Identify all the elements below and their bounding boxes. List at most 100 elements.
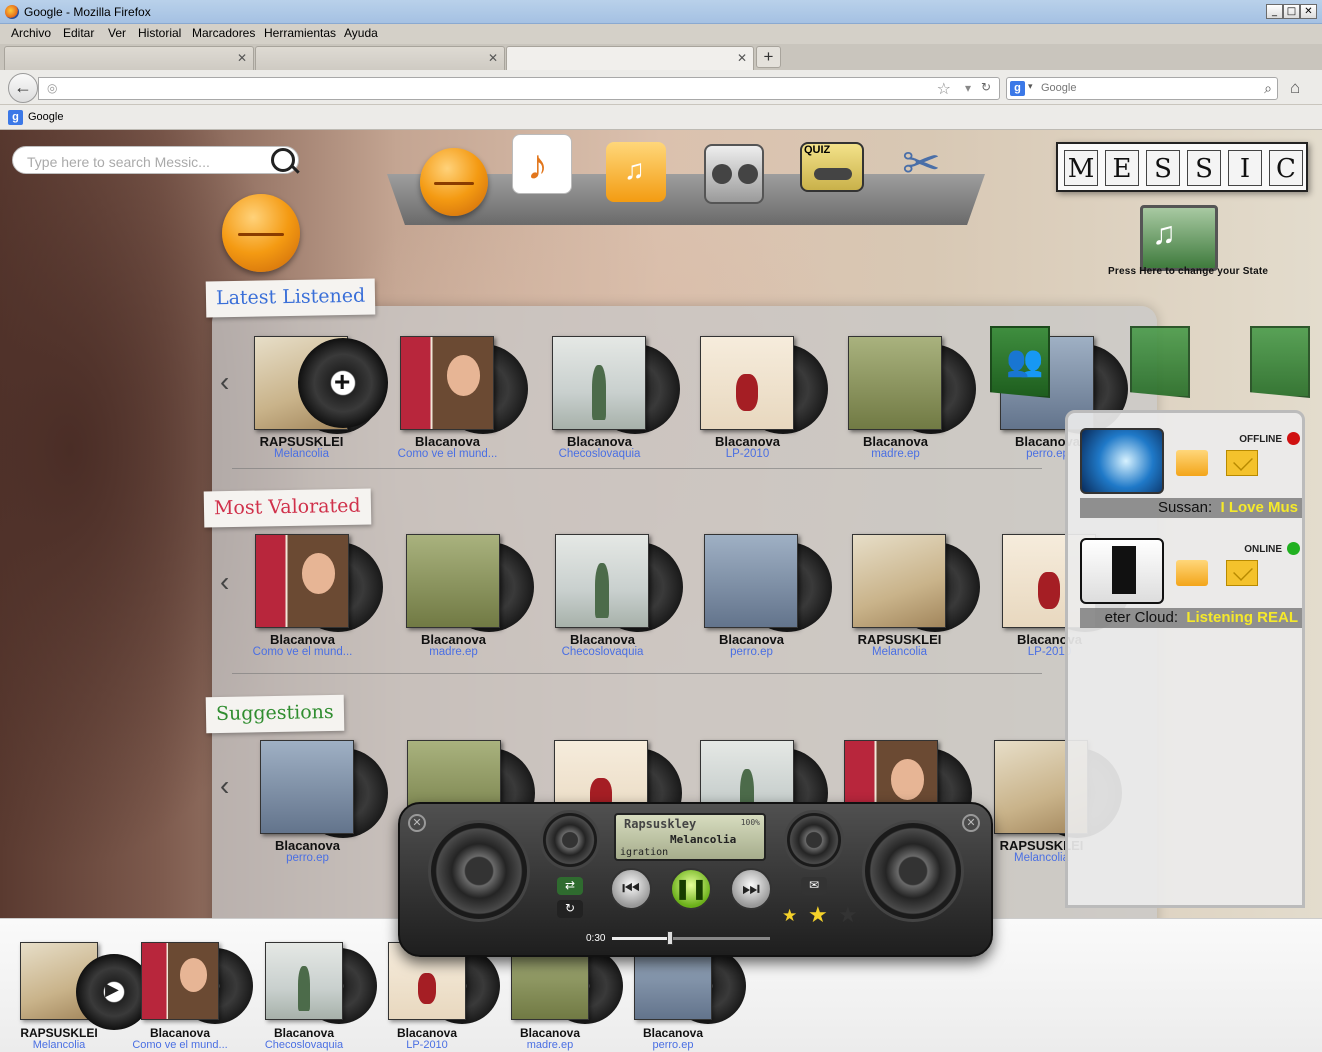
album-card[interactable]: RAPSUSKLEI Melancolia bbox=[852, 534, 992, 664]
album-title[interactable]: madre.ep bbox=[833, 448, 958, 460]
album-cover[interactable] bbox=[552, 336, 646, 430]
mail-icon[interactable] bbox=[1226, 450, 1258, 476]
album-cover[interactable] bbox=[400, 336, 494, 430]
close-tab-icon[interactable]: ✕ bbox=[737, 51, 747, 65]
shuffle-button[interactable]: ⇄ bbox=[557, 877, 583, 895]
album-title[interactable]: madre.ep bbox=[391, 646, 516, 658]
close-tab-icon[interactable]: ✕ bbox=[237, 51, 247, 65]
album-artist[interactable]: RAPSUSKLEI bbox=[837, 632, 962, 647]
engine-dropdown-icon[interactable]: ▾ bbox=[1028, 81, 1033, 92]
share-mail-button[interactable]: ✉ bbox=[801, 877, 827, 895]
album-cover[interactable] bbox=[406, 534, 500, 628]
album-artist[interactable]: Blacanova bbox=[689, 632, 814, 647]
album-artist[interactable]: Blacanova bbox=[540, 632, 665, 647]
album-title[interactable]: Melancolia bbox=[239, 448, 364, 460]
seek-handle[interactable] bbox=[667, 931, 674, 945]
rating-star-1[interactable]: ★ bbox=[782, 906, 797, 926]
album-artist[interactable]: Blacanova bbox=[391, 632, 516, 647]
menu-ayuda[interactable]: Ayuda bbox=[344, 26, 378, 40]
tab-2[interactable]: ✕ bbox=[255, 46, 505, 70]
maximize-button[interactable]: □ bbox=[1283, 4, 1300, 19]
playlist-icon[interactable]: ♪ bbox=[512, 134, 572, 194]
close-icon[interactable]: ✕ bbox=[962, 814, 980, 832]
album-card[interactable]: + RAPSUSKLEI Melancolia bbox=[254, 336, 394, 466]
album-title[interactable]: Melancolia bbox=[837, 646, 962, 658]
album-artist[interactable]: Blacanova bbox=[385, 434, 510, 449]
album-card[interactable]: Blacanova madre.ep bbox=[848, 336, 988, 466]
menu-marcadores[interactable]: Marcadores bbox=[192, 26, 255, 40]
album-artist[interactable]: Blacanova bbox=[833, 434, 958, 449]
tab-flag-3[interactable] bbox=[1250, 326, 1310, 398]
pause-button[interactable]: ❚❚ bbox=[670, 868, 712, 910]
web-search-bar[interactable]: g ▾ Google ⌕ bbox=[1006, 77, 1278, 100]
album-cover[interactable] bbox=[255, 534, 349, 628]
scroll-left-icon[interactable]: ‹ bbox=[220, 566, 229, 598]
search-icon[interactable]: ⌕ bbox=[1264, 80, 1272, 97]
tools-icon[interactable]: ✂ bbox=[892, 136, 952, 196]
album-card[interactable]: Blacanova Checoslovaquia bbox=[555, 534, 695, 664]
search-icon[interactable] bbox=[271, 148, 295, 172]
close-window-button[interactable]: ✕ bbox=[1300, 4, 1317, 19]
seek-bar[interactable] bbox=[612, 937, 770, 940]
folder-music-icon[interactable]: ♫ bbox=[606, 142, 666, 202]
dropdown-arrow-icon[interactable]: ▾ bbox=[965, 81, 971, 95]
add-to-playlist-icon[interactable]: + bbox=[298, 338, 388, 428]
album-artist[interactable]: Blacanova bbox=[685, 434, 810, 449]
album-card[interactable]: Blacanova perro.ep bbox=[704, 534, 844, 664]
folder-icon[interactable] bbox=[1176, 560, 1208, 586]
album-cover[interactable] bbox=[852, 534, 946, 628]
menu-archivo[interactable]: Archivo bbox=[11, 26, 51, 40]
album-card[interactable]: Blacanova perro.ep bbox=[260, 740, 400, 870]
bookmark-star-icon[interactable]: ☆ bbox=[937, 79, 951, 99]
mail-icon[interactable] bbox=[1226, 560, 1258, 586]
tab-flag-2[interactable] bbox=[1130, 326, 1190, 398]
queue-cover[interactable] bbox=[265, 942, 343, 1020]
album-artist[interactable]: Blacanova bbox=[245, 838, 370, 853]
tab-1[interactable]: ✕ bbox=[4, 46, 254, 70]
menu-herramientas[interactable]: Herramientas bbox=[264, 26, 336, 40]
album-cover[interactable] bbox=[848, 336, 942, 430]
tab-3-active[interactable]: ✕ bbox=[506, 46, 754, 70]
messic-search-input[interactable]: Type here to search Messic... bbox=[12, 146, 299, 174]
web-search-input[interactable]: Google bbox=[1041, 82, 1076, 94]
friends-tab[interactable]: 👥 bbox=[990, 326, 1050, 398]
reload-icon[interactable]: ↻ bbox=[981, 80, 991, 94]
album-title[interactable]: Como ve el mund... bbox=[385, 448, 510, 460]
folder-icon[interactable] bbox=[1176, 450, 1208, 476]
album-cover[interactable] bbox=[704, 534, 798, 628]
radio-icon[interactable] bbox=[704, 144, 764, 204]
album-cover[interactable] bbox=[260, 740, 354, 834]
bookmark-google[interactable]: Google bbox=[28, 111, 63, 123]
rating-star-2[interactable]: ★ bbox=[808, 902, 828, 928]
album-card[interactable]: Blacanova Como ve el mund... bbox=[398, 336, 540, 466]
url-bar[interactable]: ◎ ☆ ▾ ↻ bbox=[38, 77, 1000, 100]
user-icon[interactable] bbox=[420, 148, 488, 216]
friend-item[interactable]: OFFLINE Sussan: I Love Mus bbox=[1080, 428, 1302, 522]
album-title[interactable]: perro.ep bbox=[245, 852, 370, 864]
home-icon[interactable]: ⌂ bbox=[1290, 78, 1300, 98]
close-tab-icon[interactable]: ✕ bbox=[488, 51, 498, 65]
rating-star-3[interactable]: ★ bbox=[838, 902, 858, 928]
album-cover[interactable] bbox=[555, 534, 649, 628]
album-card[interactable]: Blacanova madre.ep bbox=[406, 534, 546, 664]
menu-historial[interactable]: Historial bbox=[138, 26, 181, 40]
album-cover[interactable] bbox=[700, 336, 794, 430]
album-card[interactable]: Blacanova LP-2010 bbox=[700, 336, 840, 466]
album-card[interactable]: Blacanova Checoslovaquia bbox=[552, 336, 692, 466]
user-avatar[interactable] bbox=[218, 190, 310, 274]
previous-button[interactable]: ⏮ bbox=[610, 868, 652, 910]
menu-ver[interactable]: Ver bbox=[108, 26, 126, 40]
album-artist[interactable]: Blacanova bbox=[240, 632, 365, 647]
album-title[interactable]: Checoslovaquia bbox=[537, 448, 662, 460]
next-button[interactable]: ⏭ bbox=[730, 868, 772, 910]
album-title[interactable]: LP-2010 bbox=[685, 448, 810, 460]
album-title[interactable]: Como ve el mund... bbox=[240, 646, 365, 658]
repeat-button[interactable]: ↻ bbox=[557, 900, 583, 918]
album-card[interactable]: Blacanova Como ve el mund... bbox=[253, 534, 395, 664]
scroll-left-icon[interactable]: ‹ bbox=[220, 770, 229, 802]
back-button[interactable]: ← bbox=[8, 73, 38, 103]
album-artist[interactable]: Blacanova bbox=[537, 434, 662, 449]
google-icon[interactable]: g bbox=[1010, 81, 1025, 96]
quiz-cassette-icon[interactable]: QUIZ bbox=[800, 142, 864, 192]
queue-item[interactable]: Blacanova perro.ep bbox=[634, 942, 764, 1052]
